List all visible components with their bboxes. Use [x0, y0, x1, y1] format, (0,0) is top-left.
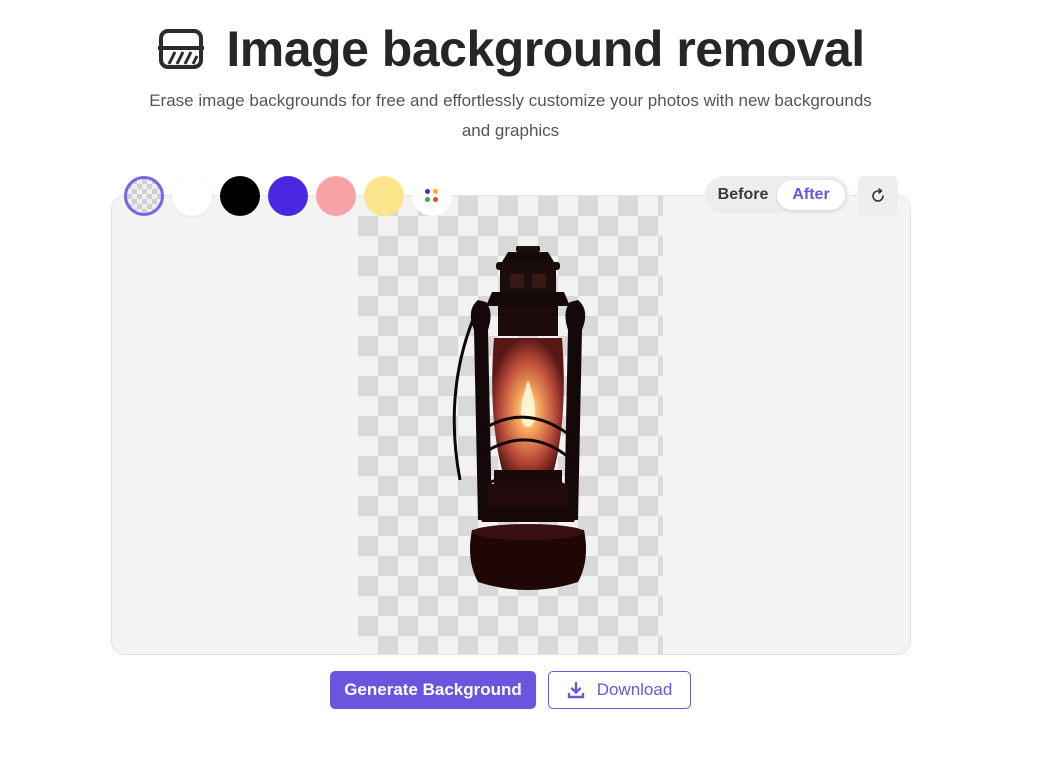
download-icon — [567, 681, 584, 699]
before-after-toggle: Before After — [705, 176, 849, 214]
more-colors-button[interactable] — [412, 176, 452, 216]
palette-dot-icon — [425, 197, 430, 202]
subtitle-line-1: Erase image backgrounds for free and eff… — [149, 91, 872, 110]
swatch-black[interactable] — [220, 176, 260, 216]
reset-button[interactable] — [858, 176, 898, 216]
swatch-pink[interactable] — [316, 176, 356, 216]
download-button[interactable]: Download — [548, 671, 691, 709]
swatch-white[interactable] — [172, 176, 212, 216]
image-canvas — [111, 195, 911, 655]
eraser-icon — [156, 25, 206, 73]
palette-dot-icon — [425, 189, 430, 194]
palette-dot-icon — [433, 189, 438, 194]
before-tab[interactable]: Before — [709, 180, 777, 210]
swatch-yellow[interactable] — [364, 176, 404, 216]
background-color-swatches — [124, 176, 452, 216]
swatch-blue[interactable] — [268, 176, 308, 216]
lantern-image — [452, 246, 586, 590]
page-header: Image background removal — [0, 20, 1021, 78]
after-tab[interactable]: After — [777, 180, 845, 210]
palette-dot-icon — [433, 197, 438, 202]
download-label: Download — [596, 680, 673, 699]
swatch-transparent[interactable] — [124, 176, 164, 216]
subtitle-line-2: and graphics — [461, 121, 560, 140]
page-title: Image background removal — [226, 21, 865, 77]
page-subtitle: Erase image backgrounds for free and eff… — [118, 86, 903, 146]
generate-background-button[interactable]: Generate Background — [330, 671, 536, 709]
rotate-icon — [872, 188, 884, 202]
